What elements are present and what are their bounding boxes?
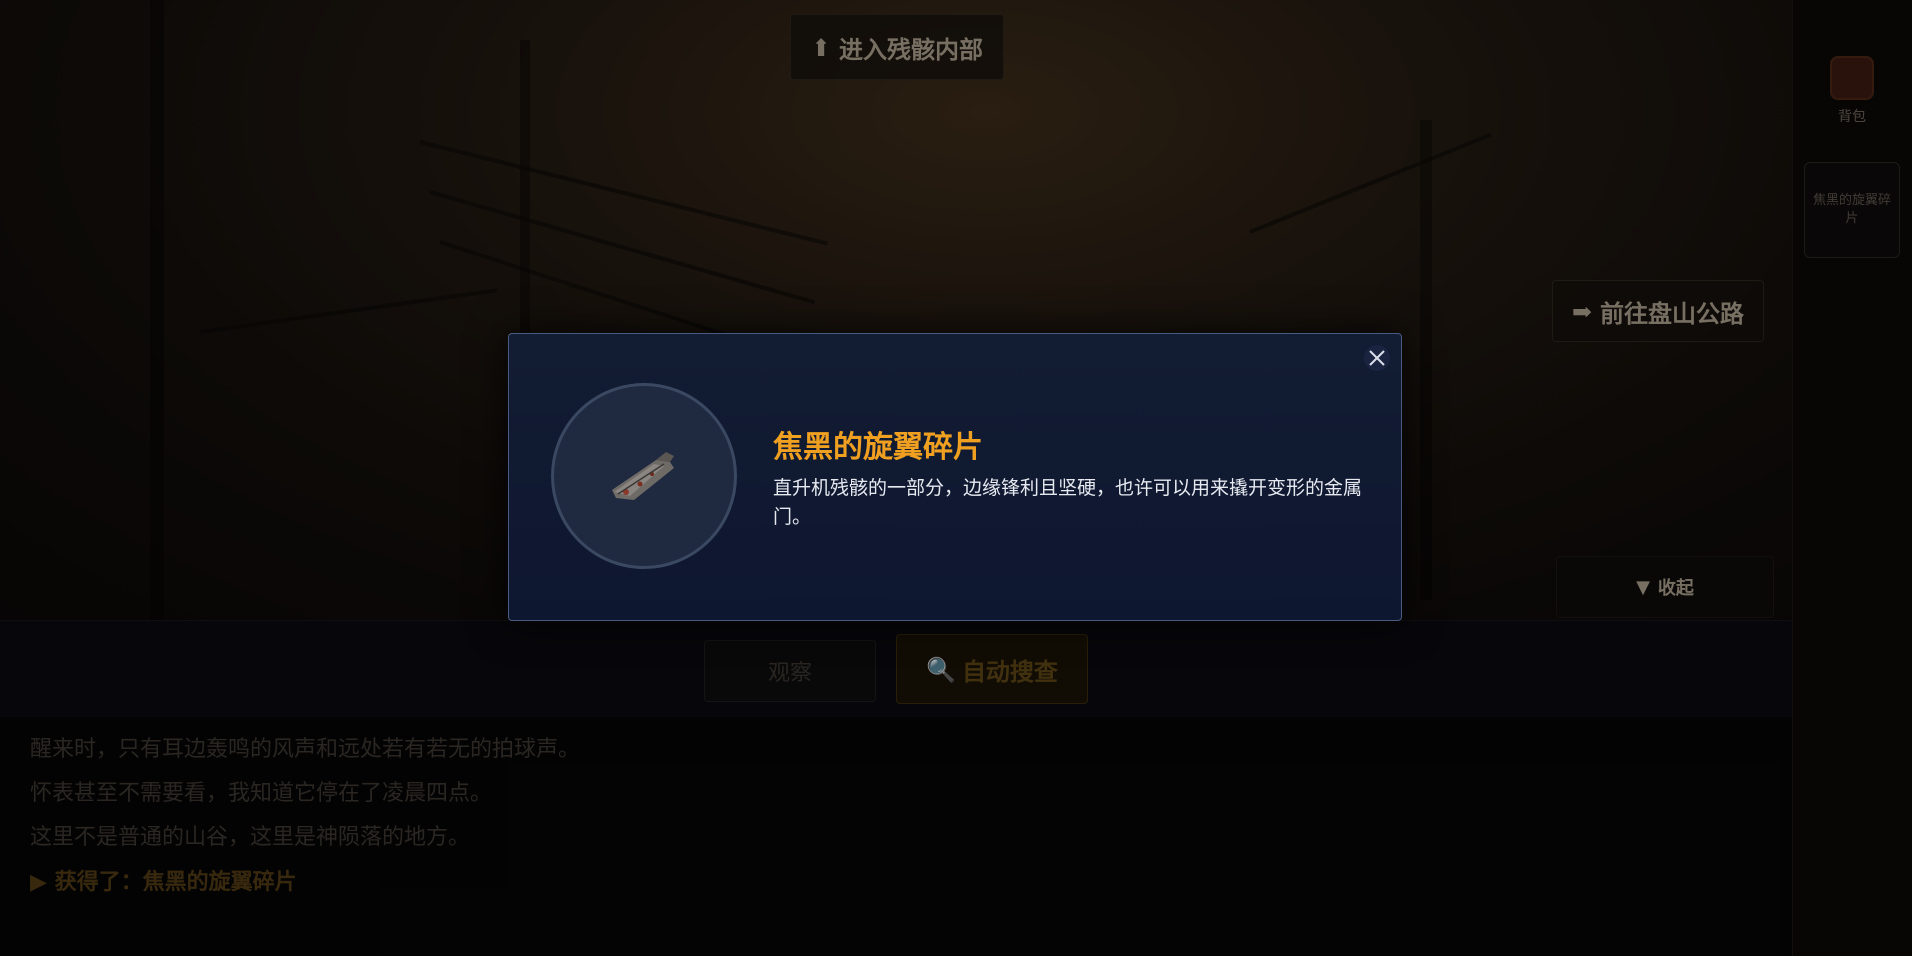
item-description: 直升机残骸的一部分，边缘锋利且坚硬，也许可以用来撬开变形的金属门。 xyxy=(773,477,1363,528)
item-title: 焦黑的旋翼碎片 xyxy=(773,430,983,465)
item-image-frame xyxy=(551,383,737,569)
close-icon[interactable] xyxy=(1363,344,1391,372)
rotor-fragment-icon xyxy=(612,452,674,500)
item-obtained-modal: 焦黑的旋翼碎片 直升机残骸的一部分，边缘锋利且坚硬，也许可以用来撬开变形的金属门… xyxy=(508,333,1402,621)
